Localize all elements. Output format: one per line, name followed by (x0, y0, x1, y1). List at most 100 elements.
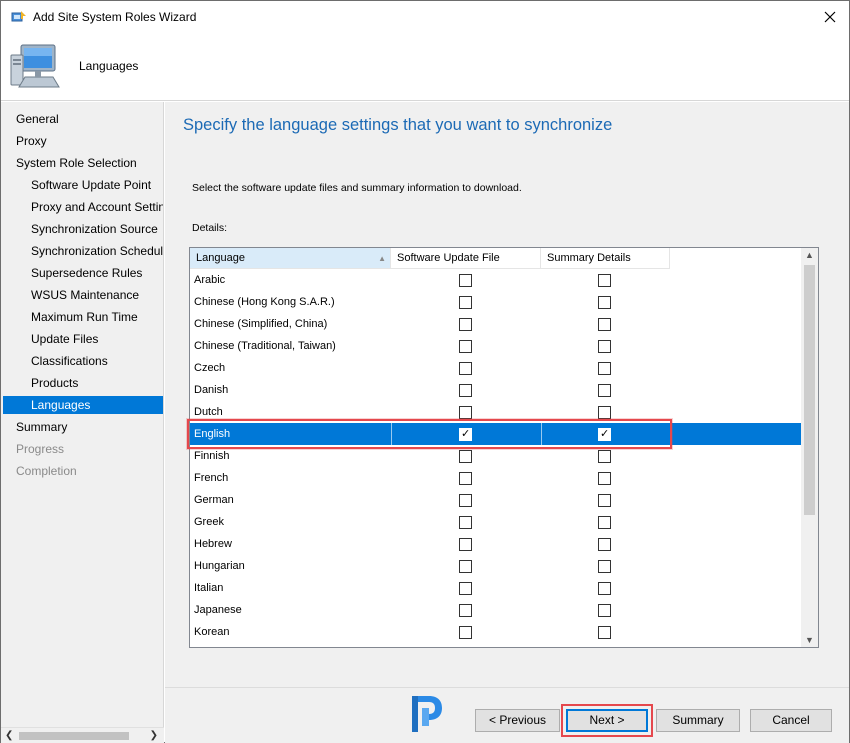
summary-details-checkbox[interactable] (598, 450, 611, 463)
summary-details-checkbox[interactable] (598, 516, 611, 529)
summary-details-checkbox[interactable] (598, 582, 611, 595)
nav-item-wsus-maintenance[interactable]: WSUS Maintenance (3, 286, 163, 304)
update-file-checkbox[interactable] (459, 626, 472, 639)
language-cell: Italian (194, 582, 224, 594)
summary-button[interactable]: Summary (656, 709, 740, 732)
nav-item-summary[interactable]: Summary (3, 418, 163, 436)
table-row[interactable]: Chinese (Hong Kong S.A.R.) (190, 291, 802, 313)
scroll-left-icon[interactable]: ❮ (5, 730, 13, 741)
nav-item-proxy-and-account-settin[interactable]: Proxy and Account Settin (3, 198, 163, 216)
grid-vertical-scrollbar[interactable]: ▲ ▼ (801, 248, 818, 647)
scrollbar-thumb[interactable] (19, 732, 129, 740)
language-cell: Dutch (194, 406, 223, 418)
nav-item-system-role-selection[interactable]: System Role Selection (3, 154, 163, 172)
summary-details-checkbox[interactable] (598, 560, 611, 573)
nav-item-progress: Progress (16, 442, 65, 456)
column-header-label: Summary Details (547, 252, 631, 264)
title-bar: Add Site System Roles Wizard (1, 1, 849, 33)
language-grid: Language ▲ Software Update File Summary … (189, 247, 819, 648)
scroll-up-icon[interactable]: ▲ (805, 250, 814, 260)
table-row[interactable]: Greek (190, 511, 802, 533)
next-button[interactable]: Next > (566, 709, 648, 732)
nav-item-proxy[interactable]: Proxy (3, 132, 163, 150)
summary-details-checkbox[interactable] (598, 406, 611, 419)
language-cell: Chinese (Simplified, China) (194, 318, 328, 330)
table-row[interactable]: Hungarian (190, 555, 802, 577)
update-file-checkbox[interactable]: ✓ (459, 428, 472, 441)
checkmark-icon: ✓ (600, 428, 610, 440)
summary-details-checkbox[interactable] (598, 296, 611, 309)
table-row[interactable]: Korean (190, 621, 802, 643)
nav-item-maximum-run-time[interactable]: Maximum Run Time (3, 308, 163, 326)
nav-item-products[interactable]: Products (3, 374, 163, 392)
update-file-checkbox[interactable] (459, 406, 472, 419)
language-cell: Chinese (Hong Kong S.A.R.) (194, 296, 335, 308)
table-row[interactable]: Hebrew (190, 533, 802, 555)
nav-item-classifications[interactable]: Classifications (3, 352, 163, 370)
table-row[interactable]: Dutch (190, 401, 802, 423)
nav-horizontal-scrollbar[interactable]: ❮ ❯ (1, 727, 164, 743)
cancel-button[interactable]: Cancel (750, 709, 832, 732)
table-row[interactable]: Czech (190, 357, 802, 379)
summary-details-checkbox[interactable] (598, 362, 611, 375)
update-file-checkbox[interactable] (459, 340, 472, 353)
update-file-checkbox[interactable] (459, 538, 472, 551)
language-cell: Chinese (Traditional, Taiwan) (194, 340, 336, 352)
scroll-down-icon[interactable]: ▼ (805, 635, 814, 645)
column-header-language[interactable]: Language ▲ (190, 248, 391, 269)
table-row[interactable]: English ✓ ✓ (190, 423, 802, 445)
update-file-checkbox[interactable] (459, 516, 472, 529)
table-row[interactable]: Chinese (Simplified, China) (190, 313, 802, 335)
close-icon[interactable] (817, 4, 843, 30)
column-header-update-file[interactable]: Software Update File (391, 248, 541, 269)
summary-details-checkbox[interactable] (598, 274, 611, 287)
language-cell: English (194, 428, 231, 440)
summary-details-checkbox[interactable] (598, 626, 611, 639)
table-row[interactable]: Danish (190, 379, 802, 401)
update-file-checkbox[interactable] (459, 582, 472, 595)
update-file-checkbox[interactable] (459, 274, 472, 287)
wizard-footer: < Previous Next > Summary Cancel (165, 687, 849, 743)
table-row[interactable]: Finnish (190, 445, 802, 467)
content-pane: Specify the language settings that you w… (165, 102, 849, 687)
table-row[interactable]: German (190, 489, 802, 511)
update-file-checkbox[interactable] (459, 384, 472, 397)
nav-item-general[interactable]: General (3, 110, 163, 128)
summary-details-checkbox[interactable] (598, 384, 611, 397)
update-file-checkbox[interactable] (459, 472, 472, 485)
update-file-checkbox[interactable] (459, 494, 472, 507)
scrollbar-thumb[interactable] (804, 265, 815, 515)
summary-details-checkbox[interactable] (598, 472, 611, 485)
table-row[interactable]: French (190, 467, 802, 489)
table-row[interactable]: Arabic (190, 269, 802, 291)
nav-item-synchronization-schedule[interactable]: Synchronization Schedule (3, 242, 163, 260)
table-row[interactable]: Chinese (Traditional, Taiwan) (190, 335, 802, 357)
nav-item-software-update-point[interactable]: Software Update Point (3, 176, 163, 194)
column-header-summary[interactable]: Summary Details (541, 248, 670, 269)
previous-button[interactable]: < Previous (475, 709, 560, 732)
summary-details-checkbox[interactable] (598, 604, 611, 617)
update-file-checkbox[interactable] (459, 318, 472, 331)
summary-details-checkbox[interactable] (598, 340, 611, 353)
summary-details-checkbox[interactable] (598, 494, 611, 507)
summary-details-checkbox[interactable]: ✓ (598, 428, 611, 441)
checkmark-icon: ✓ (461, 428, 471, 440)
page-heading: Specify the language settings that you w… (183, 116, 613, 134)
summary-details-checkbox[interactable] (598, 538, 611, 551)
window-title: Add Site System Roles Wizard (33, 10, 197, 24)
table-row[interactable]: Italian (190, 577, 802, 599)
table-row[interactable]: Japanese (190, 599, 802, 621)
update-file-checkbox[interactable] (459, 604, 472, 617)
nav-item-supersedence-rules[interactable]: Supersedence Rules (3, 264, 163, 282)
update-file-checkbox[interactable] (459, 362, 472, 375)
scroll-right-icon[interactable]: ❯ (150, 730, 158, 741)
nav-item-synchronization-source[interactable]: Synchronization Source (3, 220, 163, 238)
summary-details-checkbox[interactable] (598, 318, 611, 331)
instruction-text: Select the software update files and sum… (192, 182, 522, 194)
update-file-checkbox[interactable] (459, 560, 472, 573)
update-file-checkbox[interactable] (459, 296, 472, 309)
nav-item-update-files[interactable]: Update Files (3, 330, 163, 348)
update-file-checkbox[interactable] (459, 450, 472, 463)
wizard-navigation: General Proxy System Role Selection Softwar… (1, 102, 164, 727)
nav-item-languages[interactable]: Languages (3, 396, 163, 414)
